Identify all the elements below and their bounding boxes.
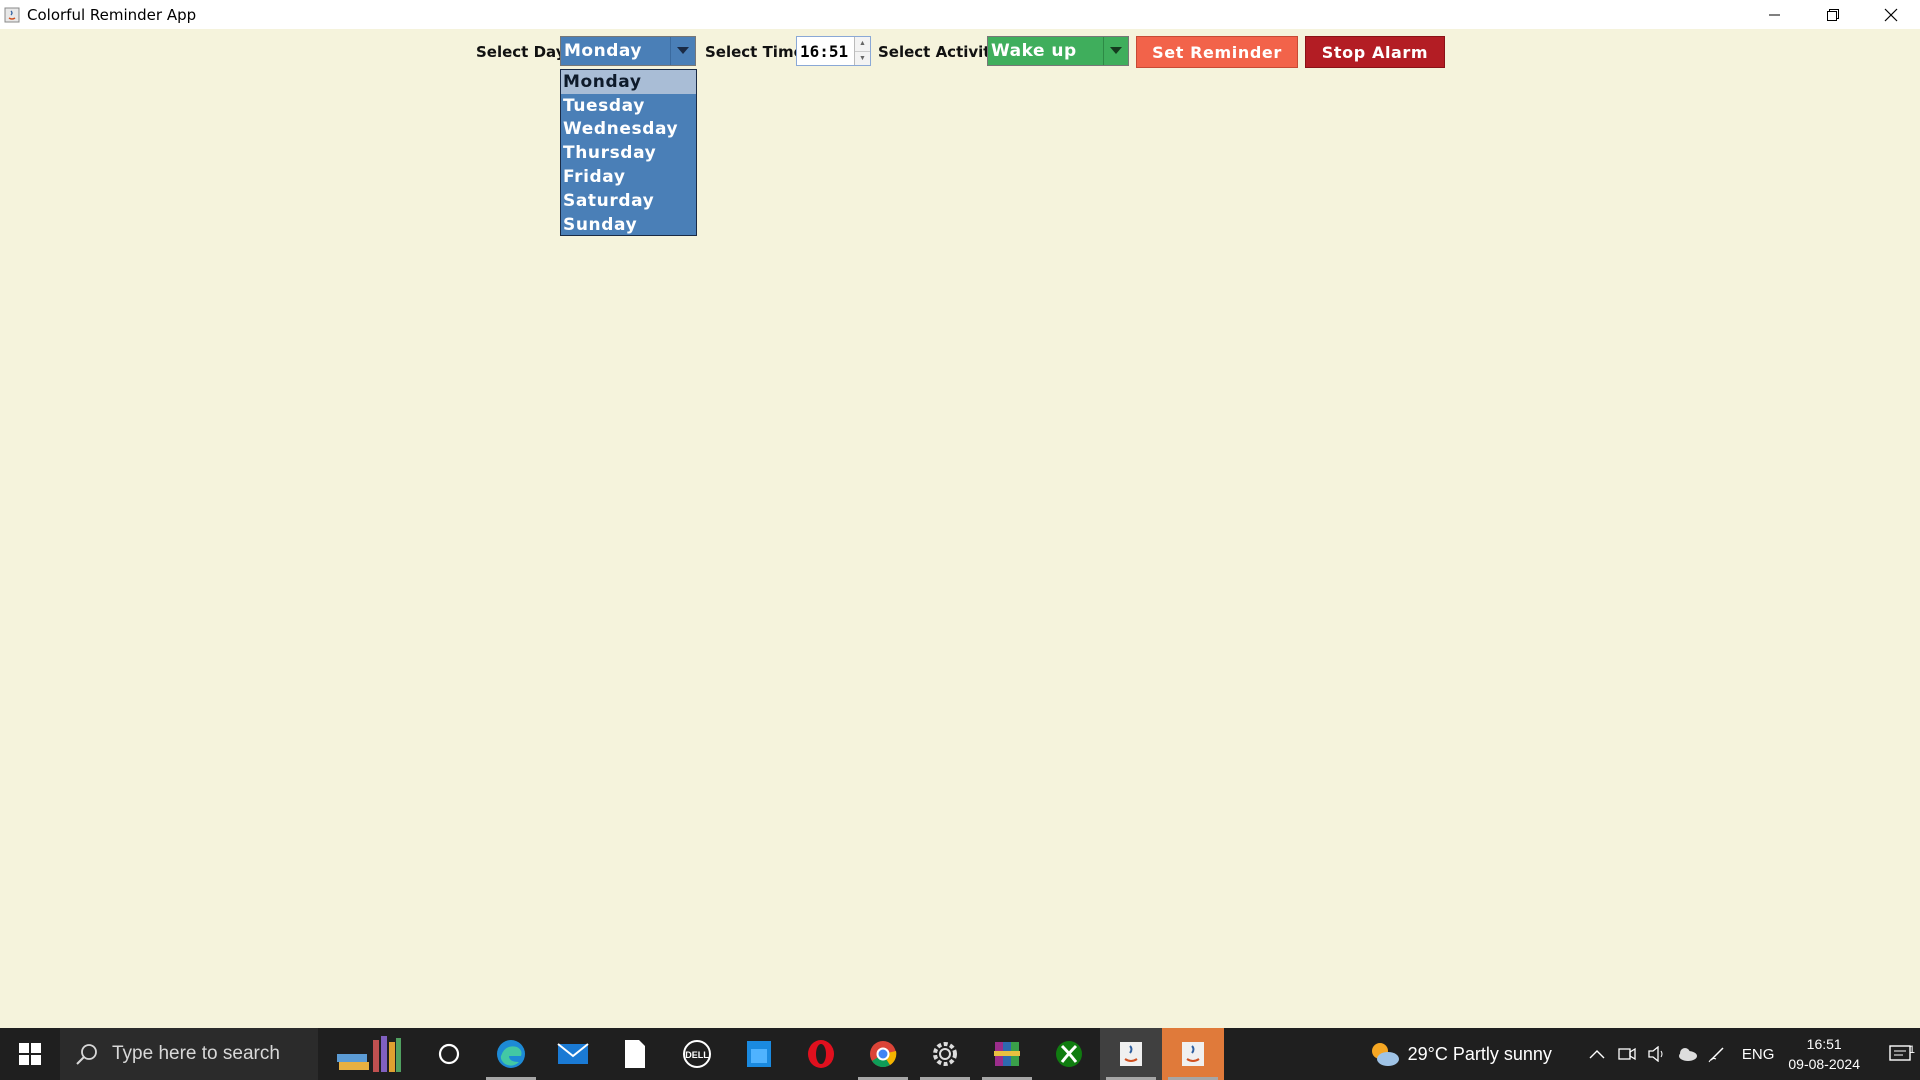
day-combobox[interactable]: Monday bbox=[560, 36, 696, 66]
minimize-icon bbox=[1769, 14, 1780, 15]
search-icon bbox=[76, 1043, 98, 1065]
app-client-area: Select Day: Monday Select Time: 16:51 ▲ … bbox=[0, 29, 1920, 1028]
onedrive-icon[interactable] bbox=[1672, 1046, 1702, 1062]
title-bar: Colorful Reminder App bbox=[0, 0, 1920, 29]
day-combobox-value: Monday bbox=[564, 41, 642, 61]
activity-combobox[interactable]: Wake up bbox=[987, 36, 1129, 66]
dropdown-item-saturday[interactable]: Saturday bbox=[561, 189, 696, 213]
start-button[interactable] bbox=[0, 1028, 60, 1080]
weather-widget[interactable]: 29°C Partly sunny bbox=[1368, 1040, 1552, 1068]
cortana-icon[interactable] bbox=[418, 1028, 480, 1080]
settings-gear-icon[interactable] bbox=[914, 1028, 976, 1080]
chrome-icon[interactable] bbox=[852, 1028, 914, 1080]
restore-button[interactable] bbox=[1804, 0, 1862, 29]
weather-text: 29°C Partly sunny bbox=[1407, 1043, 1552, 1064]
chevron-up-icon[interactable] bbox=[1582, 1049, 1612, 1059]
chevron-down-icon[interactable] bbox=[670, 37, 695, 65]
notification-center-icon[interactable]: 1 bbox=[1880, 1044, 1920, 1064]
close-icon bbox=[1884, 8, 1898, 21]
dropdown-item-monday[interactable]: Monday bbox=[561, 70, 696, 94]
spinner-down-icon[interactable]: ▼ bbox=[855, 51, 870, 65]
taskbar-search-box[interactable]: Type here to search bbox=[60, 1028, 318, 1080]
taskbar: Type here to search DELL 29°C Partly sun… bbox=[0, 1028, 1920, 1080]
time-spinner-value[interactable]: 16:51 bbox=[797, 37, 854, 65]
dell-icon[interactable]: DELL bbox=[666, 1028, 728, 1080]
clock-time: 16:51 bbox=[1806, 1036, 1842, 1052]
language-indicator[interactable]: ENG bbox=[1742, 1046, 1775, 1063]
select-time-label: Select Time: bbox=[705, 43, 810, 61]
mail-icon[interactable] bbox=[542, 1028, 604, 1080]
file-icon[interactable] bbox=[604, 1028, 666, 1080]
widgets-books-icon[interactable] bbox=[318, 1028, 418, 1080]
windows-logo-icon bbox=[19, 1043, 41, 1065]
opera-icon[interactable] bbox=[790, 1028, 852, 1080]
stop-alarm-button[interactable]: Stop Alarm bbox=[1305, 36, 1445, 68]
notification-count: 1 bbox=[1908, 1044, 1915, 1056]
taskbar-clock[interactable]: 16:51 09-08-2024 bbox=[1788, 1034, 1860, 1074]
activity-combobox-value: Wake up bbox=[991, 41, 1077, 61]
time-spinner[interactable]: 16:51 ▲ ▼ bbox=[796, 36, 871, 66]
restore-icon bbox=[1827, 8, 1839, 21]
clock-date: 09-08-2024 bbox=[1788, 1056, 1860, 1072]
close-button[interactable] bbox=[1862, 0, 1920, 29]
dropdown-item-sunday[interactable]: Sunday bbox=[561, 213, 696, 237]
xbox-icon[interactable] bbox=[1038, 1028, 1100, 1080]
search-placeholder: Type here to search bbox=[112, 1043, 280, 1064]
svg-text:DELL: DELL bbox=[685, 1050, 709, 1060]
java-app-icon bbox=[3, 6, 21, 24]
dropdown-item-tuesday[interactable]: Tuesday bbox=[561, 94, 696, 118]
dropdown-item-friday[interactable]: Friday bbox=[561, 165, 696, 189]
minimize-button[interactable] bbox=[1746, 0, 1804, 29]
dropdown-item-wednesday[interactable]: Wednesday bbox=[561, 118, 696, 142]
store-icon[interactable] bbox=[728, 1028, 790, 1080]
volume-icon[interactable] bbox=[1642, 1046, 1672, 1062]
pen-icon[interactable] bbox=[1702, 1045, 1732, 1063]
edge-browser-icon[interactable] bbox=[480, 1028, 542, 1080]
partly-sunny-icon bbox=[1368, 1040, 1400, 1068]
winrar-icon[interactable] bbox=[976, 1028, 1038, 1080]
set-reminder-button[interactable]: Set Reminder bbox=[1136, 36, 1298, 68]
java-app-icon[interactable] bbox=[1100, 1028, 1162, 1080]
chevron-down-icon[interactable] bbox=[1103, 37, 1128, 65]
dropdown-item-thursday[interactable]: Thursday bbox=[561, 141, 696, 165]
java-app-active-icon[interactable] bbox=[1162, 1028, 1224, 1080]
day-dropdown-list: Monday Tuesday Wednesday Thursday Friday… bbox=[560, 69, 697, 236]
system-tray: 29°C Partly sunny ENG 16:51 09-08-2024 1 bbox=[1368, 1028, 1920, 1080]
meet-now-icon[interactable] bbox=[1612, 1046, 1642, 1062]
window-title: Colorful Reminder App bbox=[27, 5, 197, 24]
spinner-up-icon[interactable]: ▲ bbox=[855, 37, 870, 52]
select-day-label: Select Day: bbox=[476, 43, 572, 61]
